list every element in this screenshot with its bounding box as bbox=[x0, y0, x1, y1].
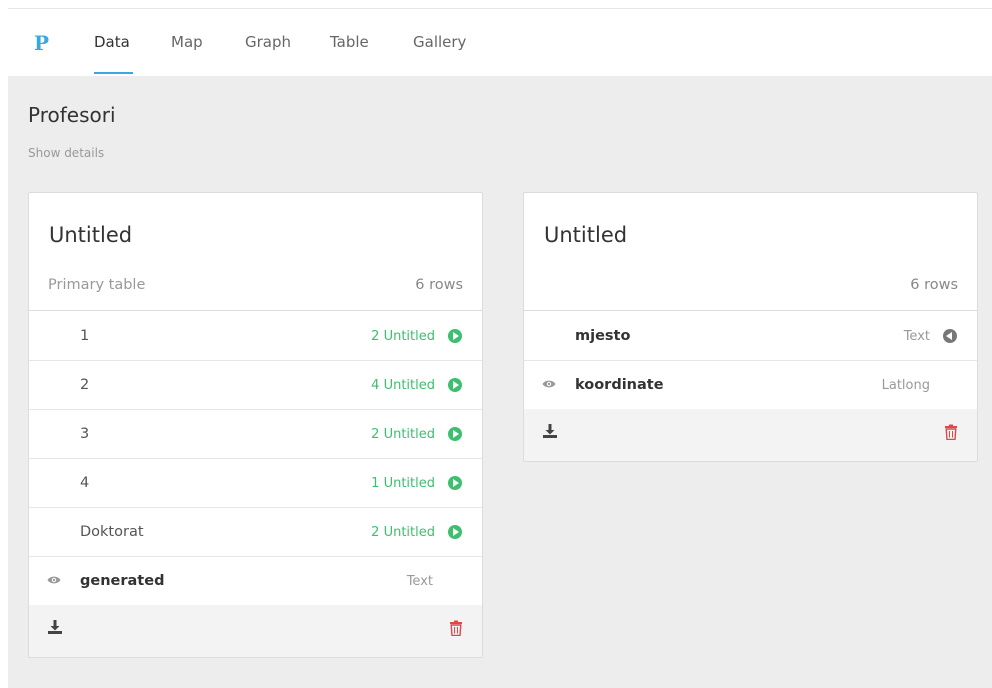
table-card-secondary: Untitled 6 rows mjesto Text koordinate L… bbox=[523, 192, 978, 462]
field-row[interactable]: mjesto Text bbox=[524, 312, 977, 361]
relation-row[interactable]: 1 2 Untitled bbox=[29, 312, 482, 361]
card-title[interactable]: Untitled bbox=[49, 223, 132, 247]
rows-count: 6 rows bbox=[910, 277, 958, 293]
relation-link[interactable]: 2 Untitled bbox=[371, 427, 435, 442]
relation-row[interactable]: Doktorat 2 Untitled bbox=[29, 508, 482, 557]
relation-link[interactable]: 4 Untitled bbox=[371, 378, 435, 393]
primary-table-label: Primary table bbox=[48, 277, 146, 293]
tab-gallery[interactable]: Gallery bbox=[413, 33, 466, 51]
page-title: Profesori bbox=[28, 103, 116, 127]
field-type: Text bbox=[406, 574, 433, 589]
card-subheader: 6 rows bbox=[524, 269, 977, 311]
field-label: generated bbox=[80, 573, 165, 589]
arrow-circle-left-icon[interactable] bbox=[943, 329, 957, 343]
top-navbar: P Data Map Graph Table Gallery bbox=[8, 9, 992, 76]
tab-data[interactable]: Data bbox=[94, 33, 130, 51]
card-footer bbox=[29, 605, 482, 657]
eye-icon[interactable] bbox=[47, 575, 61, 585]
card-title[interactable]: Untitled bbox=[544, 223, 627, 247]
download-icon[interactable] bbox=[542, 423, 558, 439]
relation-label: 1 bbox=[80, 328, 90, 344]
app-logo[interactable]: P bbox=[34, 31, 49, 55]
card-subheader: Primary table 6 rows bbox=[29, 269, 482, 311]
arrow-circle-right-icon[interactable] bbox=[448, 427, 462, 441]
card-footer bbox=[524, 409, 977, 461]
arrow-circle-right-icon[interactable] bbox=[448, 476, 462, 490]
field-type: Latlong bbox=[881, 378, 930, 393]
relation-link[interactable]: 2 Untitled bbox=[371, 525, 435, 540]
relation-link[interactable]: 1 Untitled bbox=[371, 476, 435, 491]
tab-table[interactable]: Table bbox=[330, 33, 369, 51]
field-row[interactable]: koordinate Latlong bbox=[524, 361, 977, 410]
main-content: Profesori Show details Untitled Primary … bbox=[8, 76, 992, 688]
relation-label: 4 bbox=[80, 475, 90, 491]
relation-label: 2 bbox=[80, 377, 90, 393]
arrow-circle-right-icon[interactable] bbox=[448, 525, 462, 539]
relation-row[interactable]: 2 4 Untitled bbox=[29, 361, 482, 410]
active-tab-indicator bbox=[94, 72, 133, 74]
download-icon[interactable] bbox=[47, 619, 63, 635]
arrow-circle-right-icon[interactable] bbox=[448, 378, 462, 392]
trash-icon[interactable] bbox=[449, 620, 463, 636]
relation-link[interactable]: 2 Untitled bbox=[371, 329, 435, 344]
show-details-link[interactable]: Show details bbox=[28, 146, 104, 160]
relation-label: Doktorat bbox=[80, 524, 144, 540]
relation-row[interactable]: 4 1 Untitled bbox=[29, 459, 482, 508]
field-row[interactable]: generated Text bbox=[29, 557, 482, 606]
trash-icon[interactable] bbox=[944, 424, 958, 440]
tab-graph[interactable]: Graph bbox=[245, 33, 291, 51]
table-card-primary: Untitled Primary table 6 rows 1 2 Untitl… bbox=[28, 192, 483, 658]
field-label: koordinate bbox=[575, 377, 664, 393]
relation-label: 3 bbox=[80, 426, 90, 442]
field-label: mjesto bbox=[575, 328, 631, 344]
tab-map[interactable]: Map bbox=[171, 33, 203, 51]
rows-count: 6 rows bbox=[415, 277, 463, 293]
relation-row[interactable]: 3 2 Untitled bbox=[29, 410, 482, 459]
eye-icon[interactable] bbox=[542, 379, 556, 389]
field-type: Text bbox=[903, 329, 930, 344]
arrow-circle-right-icon[interactable] bbox=[448, 329, 462, 343]
